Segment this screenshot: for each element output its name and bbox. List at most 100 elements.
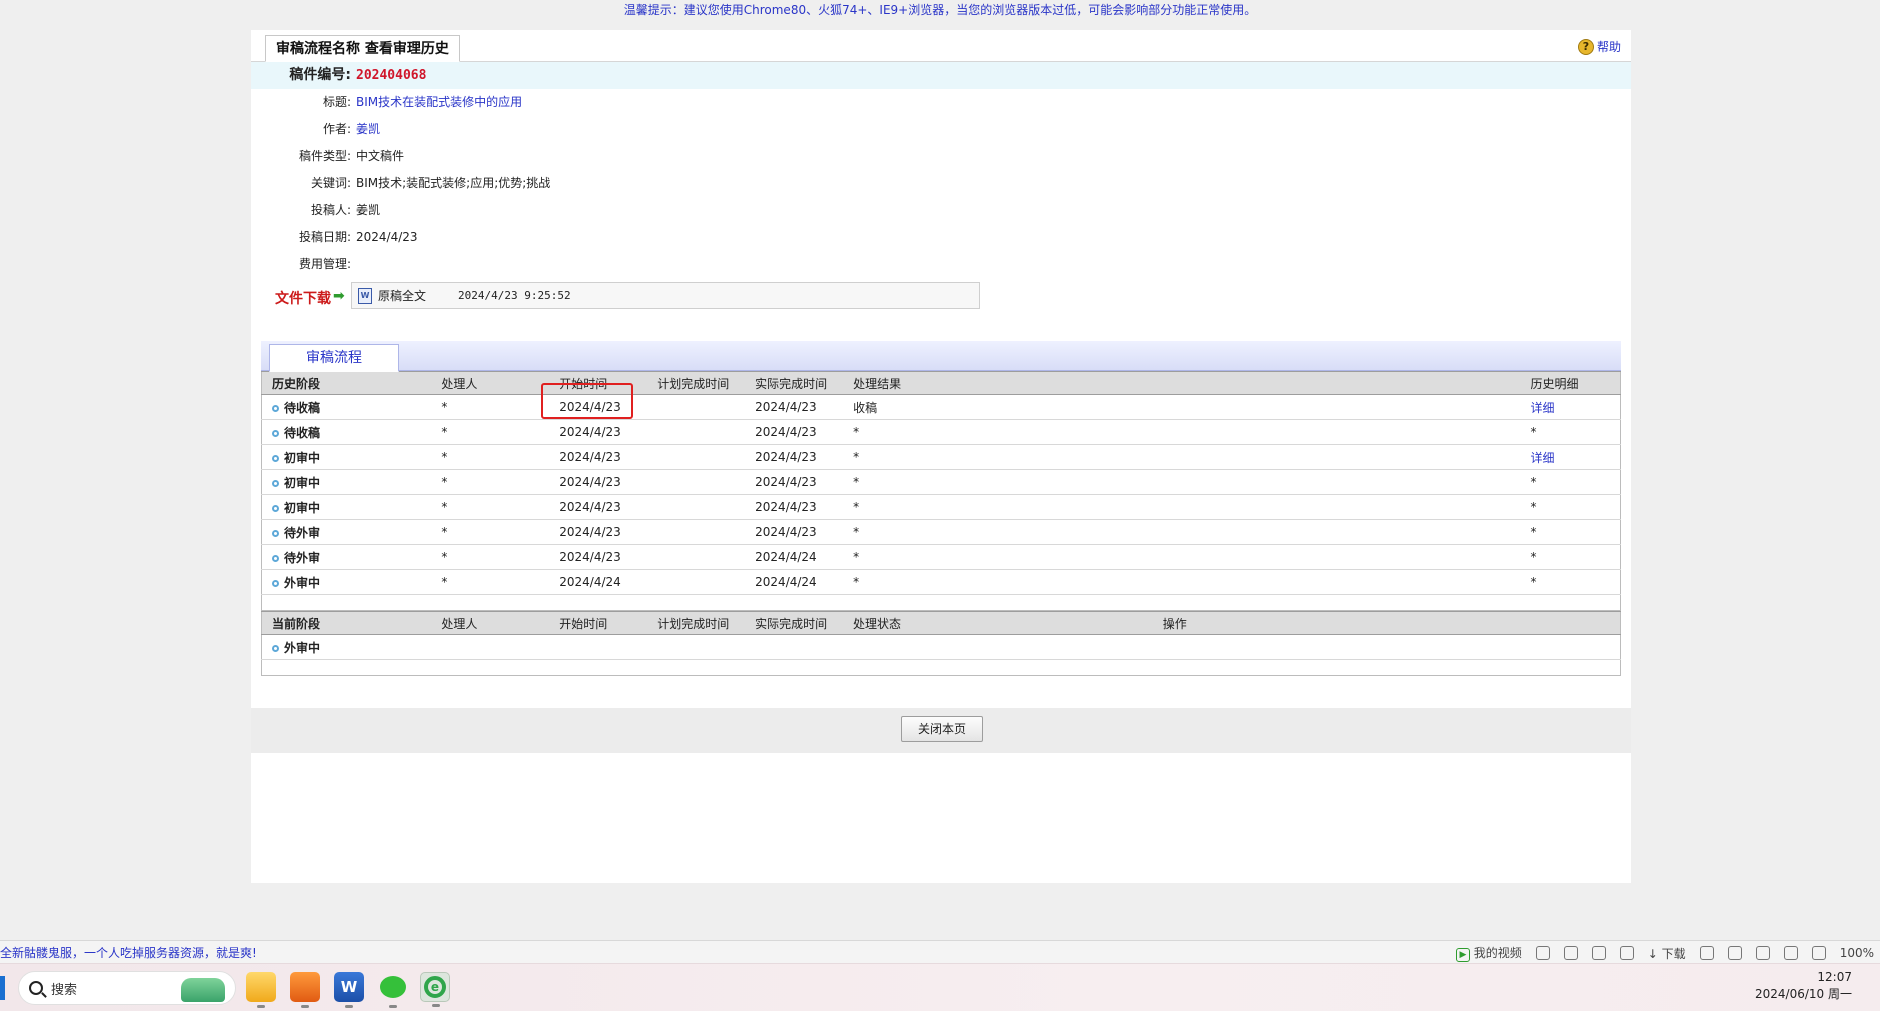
zoom-icon[interactable] (1811, 946, 1826, 960)
table-cell-planned (647, 544, 746, 570)
flow-tab-bar: 审稿流程 (261, 341, 1621, 372)
my-video-button[interactable]: ▶ 我的视频 (1455, 944, 1522, 962)
stage-label: 初审中 (284, 450, 321, 465)
submit-date-label: 投稿日期: (298, 230, 351, 244)
my-video-label: 我的视频 (1473, 946, 1522, 960)
window-icon[interactable] (1755, 946, 1770, 960)
table-cell-detail: * (1520, 519, 1621, 545)
table-row: 外审中 (261, 634, 1621, 660)
title-bar: 审稿流程名称 查看审理历史 ? 帮助 (251, 30, 1631, 62)
table-cell-handler: * (431, 544, 550, 570)
table-spacer (261, 594, 1621, 611)
history-header-cell: 历史阶段 (261, 371, 432, 395)
detail-link[interactable]: 详细 (1531, 401, 1555, 415)
table-cell-detail: * (1520, 494, 1621, 520)
current-header-cell: 处理人 (431, 611, 550, 635)
table-cell-detail[interactable]: 详细 (1520, 444, 1621, 470)
taskbar-search-label: 搜索 (51, 982, 78, 998)
stage-label: 待外审 (284, 525, 321, 540)
current-header-cell: 开始时间 (549, 611, 648, 635)
table-cell-detail[interactable]: 详细 (1520, 394, 1621, 420)
type-value: 中文稿件 (356, 149, 405, 163)
table-cell-actual: 2024/4/23 (745, 519, 844, 545)
table-cell-result: 收稿 (843, 394, 1521, 420)
table-cell-stage: 初审中 (261, 444, 432, 470)
current-header-cell: 操作 (1152, 611, 1621, 635)
shield-icon[interactable] (1535, 946, 1550, 960)
manuscript-no-label: 稿件编号: (289, 67, 351, 83)
wechat-icon[interactable] (378, 972, 408, 1008)
page-title-tab[interactable]: 审稿流程名称 查看审理历史 (265, 35, 460, 62)
table-cell-planned (647, 394, 746, 420)
table-row: 待外审 * 2024/4/23 2024/4/24 * * (261, 544, 1621, 570)
close-page-button[interactable]: 关闭本页 (901, 716, 983, 742)
word-icon[interactable]: W (334, 972, 364, 1008)
history-header-cell: 计划完成时间 (647, 371, 746, 395)
download-file-name[interactable]: 原稿全文 (378, 287, 426, 304)
doc-icon: W (358, 287, 372, 304)
pin-icon[interactable] (1619, 946, 1634, 960)
orange-app-icon[interactable] (290, 972, 320, 1008)
table-cell-start: 2024/4/24 (549, 569, 648, 595)
table-cell-planned (647, 494, 746, 520)
table-cell-planned (647, 469, 746, 495)
stage-dot-icon (272, 554, 279, 562)
title-label: 标题: (322, 95, 351, 109)
manuscript-no-row: 稿件编号: 202404068 (251, 62, 1631, 89)
table-cell-stage: 待收稿 (261, 394, 432, 420)
manuscript-info: 稿件编号: 202404068 标题: BIM技术在装配式装修中的应用 作者: … (251, 62, 1631, 312)
table-cell-detail: * (1520, 569, 1621, 595)
keywords-value: BIM技术;装配式装修;应用;优势;挑战 (356, 176, 551, 190)
table-cell-result: * (843, 469, 1521, 495)
table-cell-result: * (843, 494, 1521, 520)
table-cell-result: * (843, 519, 1521, 545)
system-clock[interactable]: 12:07 2024/06/10 周一 (1724, 969, 1852, 1003)
table-cell-detail: * (1520, 469, 1621, 495)
history-table: 历史阶段 处理人 开始时间 计划完成时间 实际完成时间 处理结果 历史明细 待收稿 * 2024… (261, 371, 1621, 611)
stage-label: 待外审 (284, 550, 321, 565)
detail-link[interactable]: 详细 (1531, 451, 1555, 465)
table-cell-result: * (843, 569, 1521, 595)
table-cell-detail: * (1520, 544, 1621, 570)
arrow-right-icon: ➡ (333, 288, 345, 304)
windows-taskbar: 搜索 W e 12:07 2024/06/10 周一 (0, 963, 1880, 1011)
download-button[interactable]: ↓ 下载 (1648, 945, 1686, 962)
status-ad-text[interactable]: 全新骷髅鬼服，一个人吃掉服务器资源，就是爽! (0, 944, 257, 961)
table-cell-stage: 初审中 (261, 469, 432, 495)
submit-date-row: 投稿日期: 2024/4/23 (251, 224, 1631, 251)
table-cell-stage: 初审中 (261, 494, 432, 520)
file-explorer-icon[interactable] (246, 972, 276, 1008)
zoom-level[interactable]: 100% (1840, 946, 1874, 960)
heart-icon[interactable] (1591, 946, 1606, 960)
download-status-label: 下载 (1661, 946, 1686, 961)
ie-browser-icon[interactable]: e (420, 972, 450, 1007)
taskbar-search[interactable]: 搜索 (18, 971, 236, 1005)
table-cell (843, 634, 1153, 660)
download-file-box[interactable]: W 原稿全文 2024/4/23 9:25:52 (351, 282, 980, 309)
current-header-row: 当前阶段 处理人 开始时间 计划完成时间 实际完成时间 处理状态 操作 (261, 611, 1621, 635)
tab-review-flow[interactable]: 审稿流程 (269, 344, 399, 372)
table-row: 待收稿 * 2024/4/23 2024/4/23 * * (261, 419, 1621, 445)
image-icon[interactable] (1563, 946, 1578, 960)
table-cell-actual: 2024/4/23 (745, 419, 844, 445)
ie-mode-icon[interactable] (1727, 946, 1742, 960)
author-link[interactable]: 姜凯 (356, 116, 380, 143)
table-cell-actual: 2024/4/24 (745, 544, 844, 570)
flag-icon[interactable] (1699, 946, 1714, 960)
help-link[interactable]: ? 帮助 (1577, 38, 1621, 55)
table-cell (549, 634, 648, 660)
volume-icon[interactable] (1783, 946, 1798, 960)
table-cell-stage: 待收稿 (261, 419, 432, 445)
table-cell-planned (647, 419, 746, 445)
table-row: 待收稿 * 2024/4/23 2024/4/23 收稿 详细 (261, 394, 1621, 420)
title-link[interactable]: BIM技术在装配式装修中的应用 (356, 89, 522, 116)
start-icon[interactable] (0, 976, 5, 1000)
status-tools: ▶ 我的视频 ↓ 下载 100% (1455, 944, 1874, 962)
table-cell-actual: 2024/4/23 (745, 469, 844, 495)
submitter-value: 姜凯 (356, 203, 381, 217)
history-header-cell: 实际完成时间 (745, 371, 844, 395)
table-cell (1152, 634, 1621, 660)
stage-dot-icon (272, 429, 279, 437)
stage-dot-icon (272, 454, 279, 462)
stage-dot-icon (272, 644, 279, 652)
